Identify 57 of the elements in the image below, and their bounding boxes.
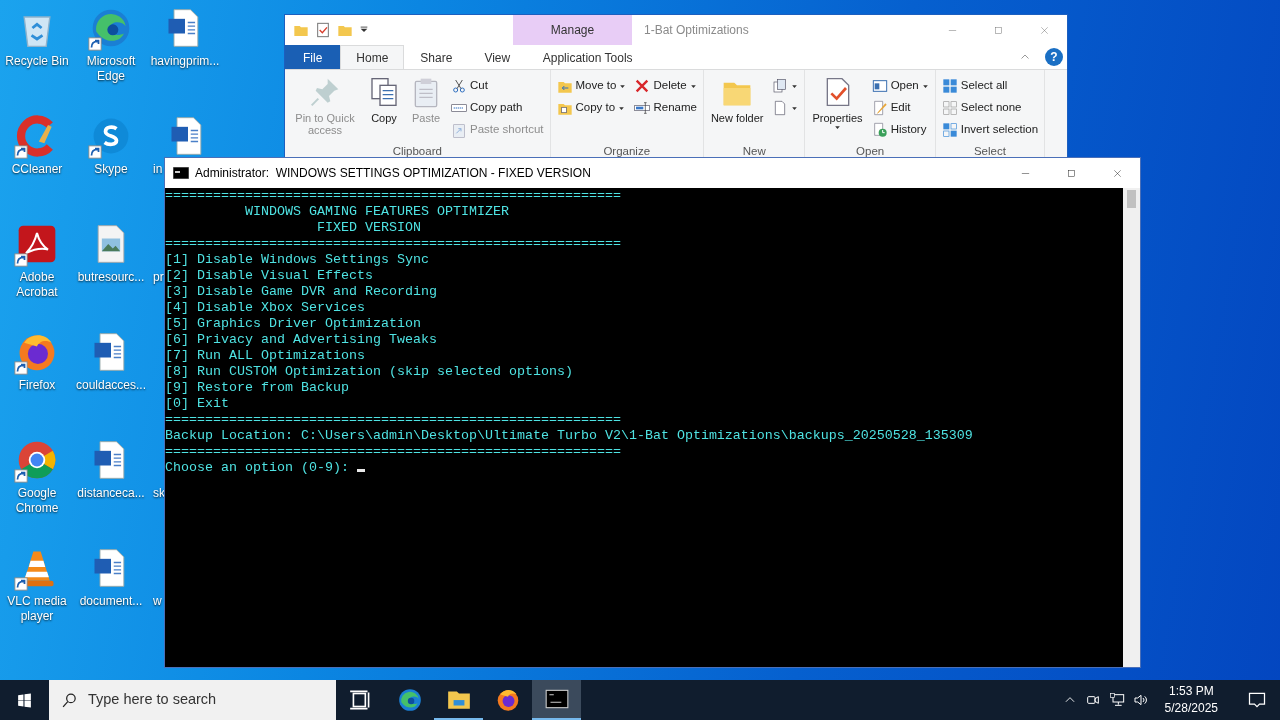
console-text: [0] Exit [165,396,230,412]
clock[interactable]: 1:53 PM 5/28/2025 [1156,683,1226,717]
ribbon-tab[interactable]: Share [404,45,469,69]
ribbon-button[interactable]: Edit [869,98,931,118]
ribbon-tab[interactable]: File [285,45,341,69]
ribbon-button[interactable]: Delete [632,76,699,96]
ribbon-button[interactable]: New folder [707,74,767,144]
ribbon-tab[interactable]: Application Tools [528,45,648,69]
console-text: ========================================================= [165,236,622,252]
console-prompt: Choose an option (0-9): [165,460,350,475]
console-text: [6] Privacy and Advertising Tweaks [165,332,438,348]
group-label: New [741,144,767,158]
window-title: Administrator: WINDOWS SETTINGS OPTIMIZATION - FIXED VERSION [195,165,591,182]
group-label: Clipboard [391,144,443,158]
desktop-icon[interactable]: couldacces... [74,330,148,393]
icon-label[interactable]: w [153,594,162,609]
desktop-icon[interactable]: distanceca... [74,438,148,501]
ribbon-tab[interactable]: Home [340,45,405,69]
console-text: [9] Restore from Backup [165,380,350,396]
group-label: Open [855,144,886,158]
console-text: [4] Disable Xbox Services [165,300,366,316]
ribbon-button[interactable]: Rename [632,98,699,118]
console-text: WINDOWS GAMING FEATURES OPTIMIZER [243,204,510,220]
console-text: Backup Location: C:\Users\admin\Desktop\Ultimate Turbo V2\1-Bat Optimizations\backups_20250528_135309 [165,428,974,444]
console-text: ========================================================= [165,444,622,460]
console-text: ========================================================= [165,188,622,204]
console-text: [3] Disable Game DVR and Recording [165,284,438,300]
ribbon-button[interactable]: Select none [939,98,1041,118]
ribbon-button[interactable]: Copy path [449,98,546,118]
console-text: [7] Run ALL Optimizations [165,348,366,364]
icon-label[interactable]: in [153,162,163,177]
window-title: 1-Bat Optimizations [643,22,749,39]
ribbon-button[interactable]: History [869,120,931,140]
console-text: [2] Disable Visual Effects [165,268,374,284]
ribbon-button[interactable]: Copy to [554,98,629,118]
group-label: Select [972,144,1007,158]
help-button[interactable]: ? [1045,48,1063,66]
icon-label[interactable]: sk [153,486,165,501]
context-tab-header: Manage [513,15,632,45]
search-field[interactable]: Type here to search [49,680,336,720]
console-text: FIXED VERSION [315,220,422,236]
ribbon-tab[interactable]: View [468,45,527,69]
icon-label[interactable]: pr [153,270,164,285]
ribbon-button[interactable]: Copy [365,74,403,144]
desktop-icon[interactable]: document... [74,546,148,609]
console-text: [8] Run CUSTOM Optimization (skip selected options) [165,364,574,380]
console-text: [5] Graphics Driver Optimization [165,316,422,332]
ribbon-button[interactable]: Invert selection [939,120,1041,140]
ribbon-button[interactable]: Properties [809,74,866,144]
ribbon-button[interactable]: Open [869,76,931,96]
ribbon-button[interactable]: Move to [554,76,629,96]
desktop-icon[interactable]: havingprim... [148,6,222,69]
ribbon-button[interactable]: Cut [449,76,546,96]
console-text: ========================================================= [165,412,622,428]
group-label: Organize [602,144,652,158]
console-text: [1] Disable Windows Settings Sync [165,252,430,268]
ribbon-button[interactable]: Select all [939,76,1041,96]
